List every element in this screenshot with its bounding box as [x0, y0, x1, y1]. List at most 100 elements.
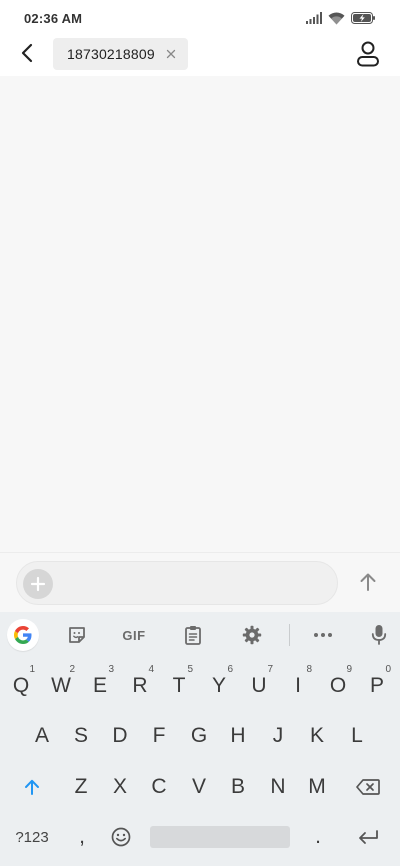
message-list[interactable] — [0, 76, 400, 552]
key-l[interactable]: L — [337, 718, 377, 754]
key-p[interactable]: P0 — [357, 664, 397, 704]
key-label: O — [329, 674, 347, 697]
key-z[interactable]: Z — [61, 769, 101, 805]
mic-button[interactable] — [370, 623, 388, 647]
enter-key[interactable] — [348, 819, 388, 855]
message-input[interactable] — [16, 561, 338, 605]
key-x[interactable]: X — [100, 769, 140, 805]
key-label: S — [73, 724, 88, 747]
key-f[interactable]: F — [139, 718, 179, 754]
space-key[interactable] — [150, 826, 290, 848]
emoji-icon — [111, 827, 131, 847]
symbols-key[interactable]: ?123 — [8, 819, 56, 855]
more-button[interactable] — [312, 623, 334, 647]
settings-button[interactable] — [241, 623, 263, 647]
key-u[interactable]: U7 — [239, 664, 279, 704]
key-g[interactable]: G — [179, 718, 219, 754]
key-r[interactable]: R4 — [120, 664, 160, 704]
sticker-icon — [69, 627, 85, 643]
key-c[interactable]: C — [139, 769, 179, 805]
key-label: W — [51, 674, 71, 697]
key-n[interactable]: N — [258, 769, 298, 805]
mic-icon — [371, 625, 387, 645]
key-hint: 0 — [385, 664, 391, 675]
key-m[interactable]: M — [297, 769, 337, 805]
key-v[interactable]: V — [179, 769, 219, 805]
key-label: Z — [74, 775, 88, 798]
symbols-label: ?123 — [15, 828, 49, 846]
key-label: X — [112, 775, 127, 798]
google-button[interactable] — [7, 619, 39, 651]
key-hint: 2 — [69, 664, 75, 675]
send-arrow-icon — [360, 573, 376, 591]
period-label: . — [315, 825, 321, 848]
contact-icon — [357, 41, 379, 67]
backspace-key[interactable] — [348, 769, 388, 805]
key-label: F — [152, 724, 166, 747]
key-label: N — [270, 775, 286, 798]
key-t[interactable]: T5 — [159, 664, 199, 704]
key-i[interactable]: I8 — [278, 664, 318, 704]
comma-key[interactable]: , — [62, 819, 102, 855]
key-s[interactable]: S — [61, 718, 101, 754]
key-d[interactable]: D — [100, 718, 140, 754]
wifi-icon — [328, 12, 345, 24]
key-label: Q — [12, 674, 30, 697]
key-label: M — [308, 775, 326, 798]
key-label: P — [369, 674, 384, 697]
keyboard: G I F Q 1 W 2 E 3 R 4 T 5 Y 6 U 7 I 8 O 9 … — [0, 612, 400, 866]
key-label: D — [112, 724, 128, 747]
back-button[interactable] — [14, 40, 40, 66]
more-icon — [314, 633, 332, 637]
add-attachment-button[interactable] — [23, 569, 53, 599]
key-hint: 4 — [148, 664, 154, 675]
key-h[interactable]: H — [218, 718, 258, 754]
period-key[interactable]: . — [298, 819, 338, 855]
gif-button[interactable]: GIF — [119, 623, 149, 647]
key-a[interactable]: A — [22, 718, 62, 754]
key-y[interactable]: Y6 — [199, 664, 239, 704]
key-k[interactable]: K — [297, 718, 337, 754]
key-label: L — [351, 724, 363, 747]
shift-arrow-icon — [25, 779, 39, 795]
key-label: E — [92, 674, 107, 697]
key-label: G — [190, 724, 208, 747]
key-hint: 5 — [187, 664, 193, 675]
enter-icon — [359, 830, 378, 844]
plus-icon — [30, 576, 46, 592]
shift-key[interactable] — [12, 769, 52, 805]
backspace-icon — [356, 779, 380, 795]
key-label: C — [151, 775, 167, 798]
recipient-chip[interactable]: 18730218809 — [53, 38, 188, 70]
key-b[interactable]: B — [218, 769, 258, 805]
clipboard-button[interactable] — [182, 623, 204, 647]
compose-bar — [0, 552, 400, 612]
key-label: T — [172, 674, 186, 697]
key-label: I — [295, 674, 301, 697]
key-label: B — [230, 775, 245, 798]
key-hint: 6 — [227, 664, 233, 675]
key-label: U — [251, 674, 267, 697]
toolbar-divider — [289, 624, 290, 646]
send-button[interactable] — [356, 570, 380, 594]
status-time: 02:36 AM — [24, 10, 83, 26]
key-hint: 9 — [346, 664, 352, 675]
key-hint: 7 — [267, 664, 273, 675]
key-label: H — [230, 724, 246, 747]
emoji-key[interactable] — [101, 819, 141, 855]
key-o[interactable]: O9 — [318, 664, 358, 704]
signal-icon — [306, 12, 322, 24]
key-label: J — [272, 724, 284, 747]
key-w[interactable]: W2 — [41, 664, 81, 704]
gif-label: GIF — [122, 627, 146, 643]
recipient-number: 18730218809 — [67, 46, 155, 62]
contact-button[interactable] — [356, 40, 380, 68]
close-icon[interactable] — [164, 47, 178, 61]
key-e[interactable]: E3 — [80, 664, 120, 704]
sticker-button[interactable] — [66, 623, 88, 647]
key-label: A — [34, 724, 49, 747]
status-icons — [306, 12, 376, 25]
key-label: K — [309, 724, 324, 747]
key-j[interactable]: J — [258, 718, 298, 754]
key-q[interactable]: Q1 — [1, 664, 41, 704]
